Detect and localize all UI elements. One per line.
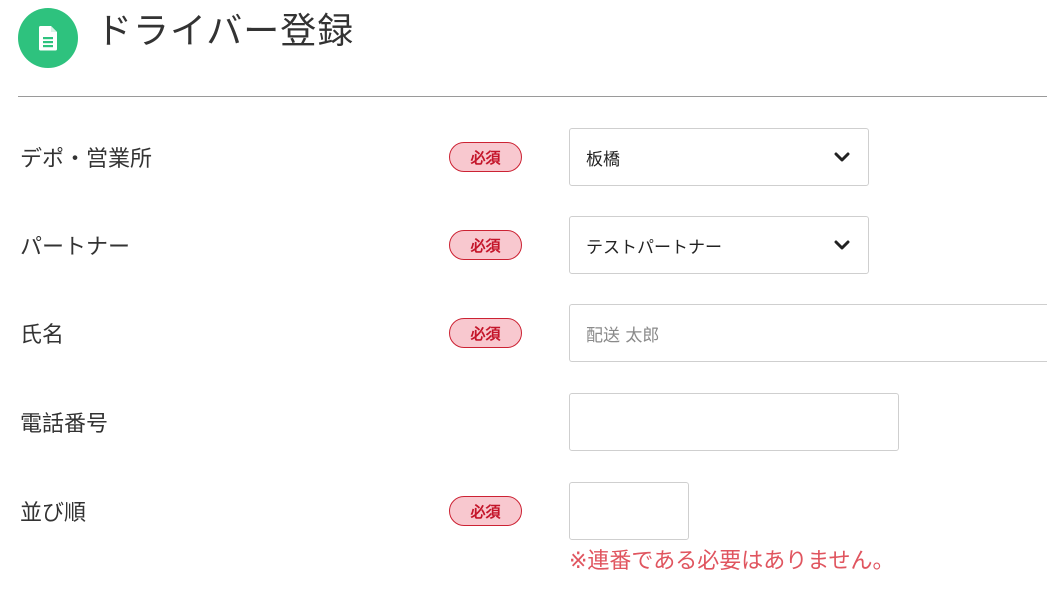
depot-select-value: 板橋 bbox=[586, 149, 620, 170]
depot-select[interactable]: 板橋 bbox=[569, 128, 869, 186]
page-title: ドライバー登録 bbox=[96, 11, 355, 52]
order-row: 並び順 必須 bbox=[0, 482, 1047, 540]
name-row: 氏名 必須 配送 太郎 bbox=[0, 304, 1047, 362]
partner-select-value: テストパートナー bbox=[586, 237, 722, 258]
phone-row: 電話番号 bbox=[0, 393, 1047, 451]
required-badge: 必須 bbox=[449, 496, 522, 526]
page-header: ドライバー登録 bbox=[18, 8, 354, 68]
chevron-down-icon bbox=[834, 239, 850, 251]
required-badge: 必須 bbox=[449, 142, 522, 172]
name-label: 氏名 bbox=[20, 323, 65, 348]
document-icon bbox=[18, 8, 78, 68]
phone-label: 電話番号 bbox=[20, 412, 109, 437]
required-badge: 必須 bbox=[449, 230, 522, 260]
order-help-note: ※連番である必要はありません。 bbox=[569, 549, 895, 574]
depot-label: デポ・営業所 bbox=[20, 147, 153, 172]
partner-row: パートナー 必須 テストパートナー bbox=[0, 216, 1047, 274]
header-divider bbox=[18, 96, 1047, 97]
required-badge: 必須 bbox=[449, 318, 522, 348]
name-input[interactable]: 配送 太郎 bbox=[569, 304, 1047, 362]
chevron-down-icon bbox=[834, 151, 850, 163]
depot-row: デポ・営業所 必須 板橋 bbox=[0, 128, 1047, 186]
partner-select[interactable]: テストパートナー bbox=[569, 216, 869, 274]
order-label: 並び順 bbox=[20, 501, 87, 526]
partner-label: パートナー bbox=[20, 235, 131, 260]
order-input[interactable] bbox=[569, 482, 689, 540]
phone-input[interactable] bbox=[569, 393, 899, 451]
name-input-placeholder: 配送 太郎 bbox=[586, 325, 660, 346]
